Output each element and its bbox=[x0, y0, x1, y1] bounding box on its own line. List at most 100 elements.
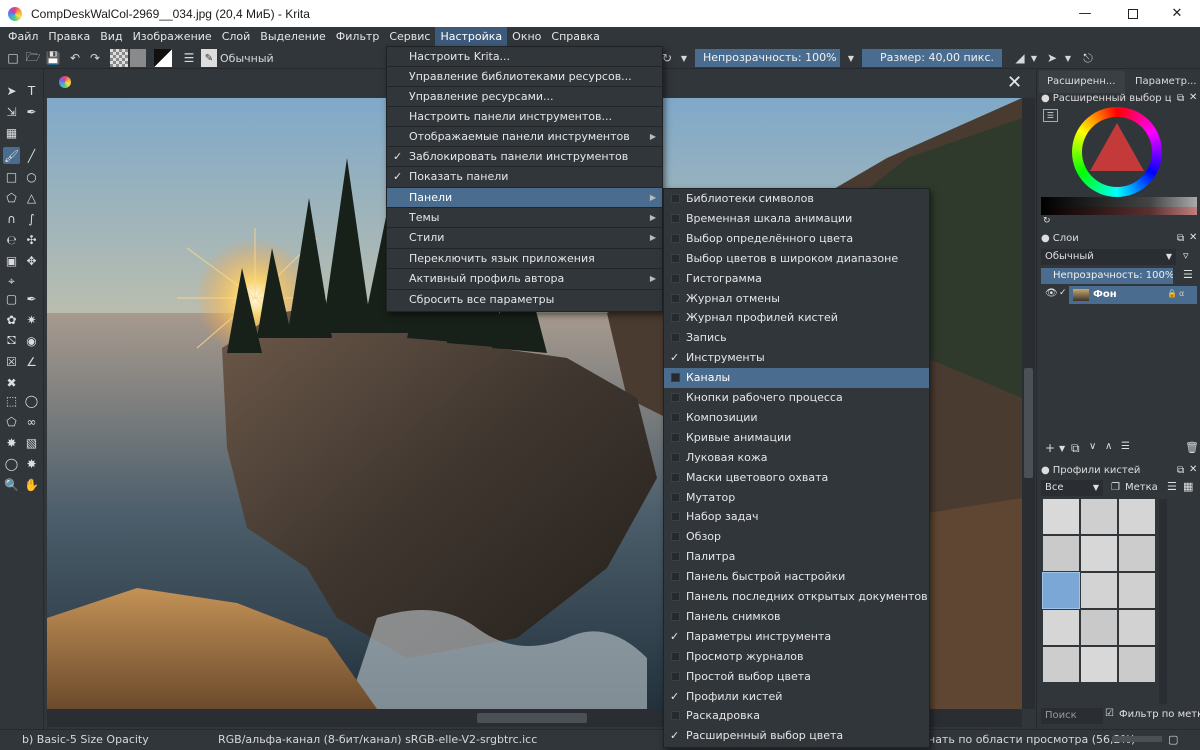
docker-menu-item[interactable]: Журнал профилей кистей bbox=[664, 308, 929, 328]
bezier-select-icon[interactable]: ◯ bbox=[3, 455, 20, 472]
colorize-mask-icon[interactable]: ✷ bbox=[23, 311, 40, 328]
settings-menu-item[interactable]: Панели ▶ bbox=[387, 188, 662, 208]
brush-preset-tile[interactable] bbox=[1081, 610, 1117, 645]
edit-shapes-icon[interactable]: ⇲ bbox=[3, 103, 20, 120]
color-bar-bottom[interactable] bbox=[1041, 207, 1197, 215]
docker-menu-item[interactable]: ✓ Инструменты bbox=[664, 348, 929, 368]
brush-preset-tile[interactable] bbox=[1119, 536, 1155, 571]
docker-menu-item[interactable]: Журнал отмены bbox=[664, 289, 929, 309]
assistant-tool-icon[interactable]: ☒ bbox=[3, 353, 20, 370]
brush-preset-tile[interactable] bbox=[1043, 647, 1079, 682]
brush-preset-tile[interactable] bbox=[1081, 499, 1117, 534]
delete-layer-icon[interactable]: 🗑 bbox=[1185, 441, 1199, 454]
color-history-icon[interactable]: ↻ bbox=[1043, 216, 1051, 226]
float-docker-icon[interactable]: ⧉ bbox=[1177, 465, 1184, 476]
tab-advanced-color[interactable]: Расширенн... bbox=[1039, 71, 1125, 93]
outline-select-icon[interactable]: ∞ bbox=[23, 413, 40, 430]
float-docker-icon[interactable]: ⧉ bbox=[1177, 233, 1184, 244]
brush-preset-tile[interactable] bbox=[1043, 536, 1079, 571]
close-docker-icon[interactable]: ✕ bbox=[1189, 464, 1197, 475]
settings-menu-item[interactable]: Отображаемые панели инструментов ▶ bbox=[387, 127, 662, 147]
similar-select-icon[interactable]: ▧ bbox=[23, 434, 40, 451]
brush-preset-tile[interactable] bbox=[1043, 610, 1079, 645]
brush-settings-icon[interactable]: ☰ bbox=[180, 49, 198, 67]
close-docker-icon[interactable]: ✕ bbox=[1189, 232, 1197, 243]
zoom-tool-icon[interactable]: 🔍 bbox=[3, 476, 20, 493]
docker-menu-item[interactable]: Панель быстрой настройки bbox=[664, 567, 929, 587]
layer-blend-select[interactable]: Обычный ▼ bbox=[1041, 249, 1176, 265]
polygon-tool-icon[interactable]: ⬠ bbox=[3, 189, 20, 206]
menu-7[interactable]: Сервис bbox=[384, 27, 435, 47]
docker-menu-item[interactable]: Раскадровка bbox=[664, 706, 929, 726]
brush-preset-tile[interactable] bbox=[1119, 499, 1155, 534]
docker-menu-item[interactable]: ✓ Расширенный выбор цвета bbox=[664, 726, 929, 746]
docker-menu-item[interactable]: Палитра bbox=[664, 547, 929, 567]
docker-menu-item[interactable]: Набор задач bbox=[664, 507, 929, 527]
docker-menu-item[interactable]: Простой выбор цвета bbox=[664, 667, 929, 687]
horizontal-scrollbar-handle[interactable] bbox=[477, 713, 587, 723]
fill-tool-icon[interactable]: ⛞ bbox=[3, 332, 20, 349]
mirror-vertical-icon[interactable]: ➤ bbox=[1044, 49, 1060, 67]
open-document-icon[interactable]: 🗁 bbox=[24, 49, 42, 67]
pattern-selector-icon[interactable] bbox=[130, 49, 146, 67]
brush-preset-tile-selected[interactable] bbox=[1042, 572, 1080, 609]
multibrush-icon[interactable]: ✣ bbox=[23, 231, 40, 248]
menu-0[interactable]: Файл bbox=[3, 27, 43, 47]
redo-icon[interactable]: ↷ bbox=[86, 49, 104, 67]
select-shapes-icon[interactable]: ➤ bbox=[3, 82, 20, 99]
freehand-path-icon[interactable]: ∫ bbox=[23, 210, 40, 227]
polygon-select-icon[interactable]: ⬠ bbox=[3, 413, 20, 430]
color-bar-top[interactable] bbox=[1041, 197, 1197, 207]
color-wheel[interactable] bbox=[1072, 107, 1162, 197]
maximize-button[interactable] bbox=[1110, 0, 1156, 27]
settings-menu-item[interactable]: Темы ▶ bbox=[387, 208, 662, 228]
brush-preset-tile[interactable] bbox=[1081, 536, 1117, 571]
transform-tool-icon[interactable]: ▣ bbox=[3, 252, 20, 269]
brush-preset-tile[interactable] bbox=[1119, 573, 1155, 608]
pan-tool-icon[interactable]: ✋ bbox=[23, 476, 40, 493]
brush-preset-tile[interactable] bbox=[1081, 647, 1117, 682]
tab-tool-options[interactable]: Параметр... bbox=[1127, 71, 1199, 93]
fg-bg-color-icon[interactable] bbox=[154, 49, 172, 67]
rectangle-tool-icon[interactable]: □ bbox=[3, 168, 20, 185]
crop-tool-icon[interactable]: ⌖ bbox=[3, 273, 20, 290]
docker-menu-item[interactable]: Панель снимков bbox=[664, 607, 929, 627]
ellipse-tool-icon[interactable]: ○ bbox=[23, 168, 40, 185]
menu-10[interactable]: Справка bbox=[546, 27, 604, 47]
layer-properties-icon[interactable]: ☰ bbox=[1121, 441, 1130, 452]
size-slider[interactable]: Размер: 40,00 пикс. bbox=[862, 49, 1002, 67]
line-tool-icon[interactable]: ╱ bbox=[23, 147, 40, 164]
freehand-brush-icon[interactable]: 🖌 bbox=[3, 147, 20, 164]
settings-menu-item[interactable]: Настроить панели инструментов... bbox=[387, 107, 662, 127]
float-docker-icon[interactable]: ⧉ bbox=[1177, 93, 1184, 104]
docker-menu-item[interactable]: Панель последних открытых документов bbox=[664, 587, 929, 607]
close-document-icon[interactable]: ✕ bbox=[1007, 72, 1022, 93]
docker-menu-item[interactable]: Маски цветового охвата bbox=[664, 468, 929, 488]
brush-search-input[interactable]: Поиск bbox=[1041, 708, 1103, 724]
new-document-icon[interactable]: □ bbox=[4, 49, 22, 67]
canvas-only-icon[interactable]: ▢ bbox=[1168, 733, 1178, 746]
brush-preset-tile[interactable] bbox=[1119, 610, 1155, 645]
docker-menu-item[interactable]: Мутатор bbox=[664, 488, 929, 508]
filter-icon[interactable]: ▿ bbox=[1183, 249, 1189, 262]
docker-menu-item[interactable]: Луковая кожа bbox=[664, 448, 929, 468]
bezier-tool-icon[interactable]: ∩ bbox=[3, 210, 20, 227]
color-triangle[interactable] bbox=[1090, 123, 1144, 171]
brush-preset-tile[interactable] bbox=[1119, 647, 1155, 682]
menu-9[interactable]: Окно bbox=[507, 27, 546, 47]
undo-icon[interactable]: ↶ bbox=[66, 49, 84, 67]
menu-6[interactable]: Фильтр bbox=[331, 27, 385, 47]
save-document-icon[interactable]: 💾 bbox=[44, 49, 62, 67]
docker-menu-item[interactable]: ✓ Параметры инструмента bbox=[664, 627, 929, 647]
settings-menu-item[interactable]: Переключить язык приложения bbox=[387, 249, 662, 269]
calligraphy-icon[interactable]: ✒ bbox=[23, 103, 40, 120]
vertical-scrollbar[interactable] bbox=[1022, 98, 1035, 709]
add-layer-icon[interactable]: + bbox=[1045, 441, 1055, 455]
docker-menu-item[interactable]: Временная шкала анимации bbox=[664, 209, 929, 229]
settings-menu-item[interactable]: Стили ▶ bbox=[387, 228, 662, 248]
filter-by-tag-checkbox[interactable]: ☑ bbox=[1105, 708, 1114, 719]
ellipse-select-icon[interactable]: ◯ bbox=[23, 392, 40, 409]
brush-options-icon[interactable]: ▦ bbox=[1183, 480, 1193, 493]
blend-mode-select[interactable]: Обычный bbox=[220, 49, 300, 67]
move-tool-icon[interactable]: ✥ bbox=[23, 252, 40, 269]
